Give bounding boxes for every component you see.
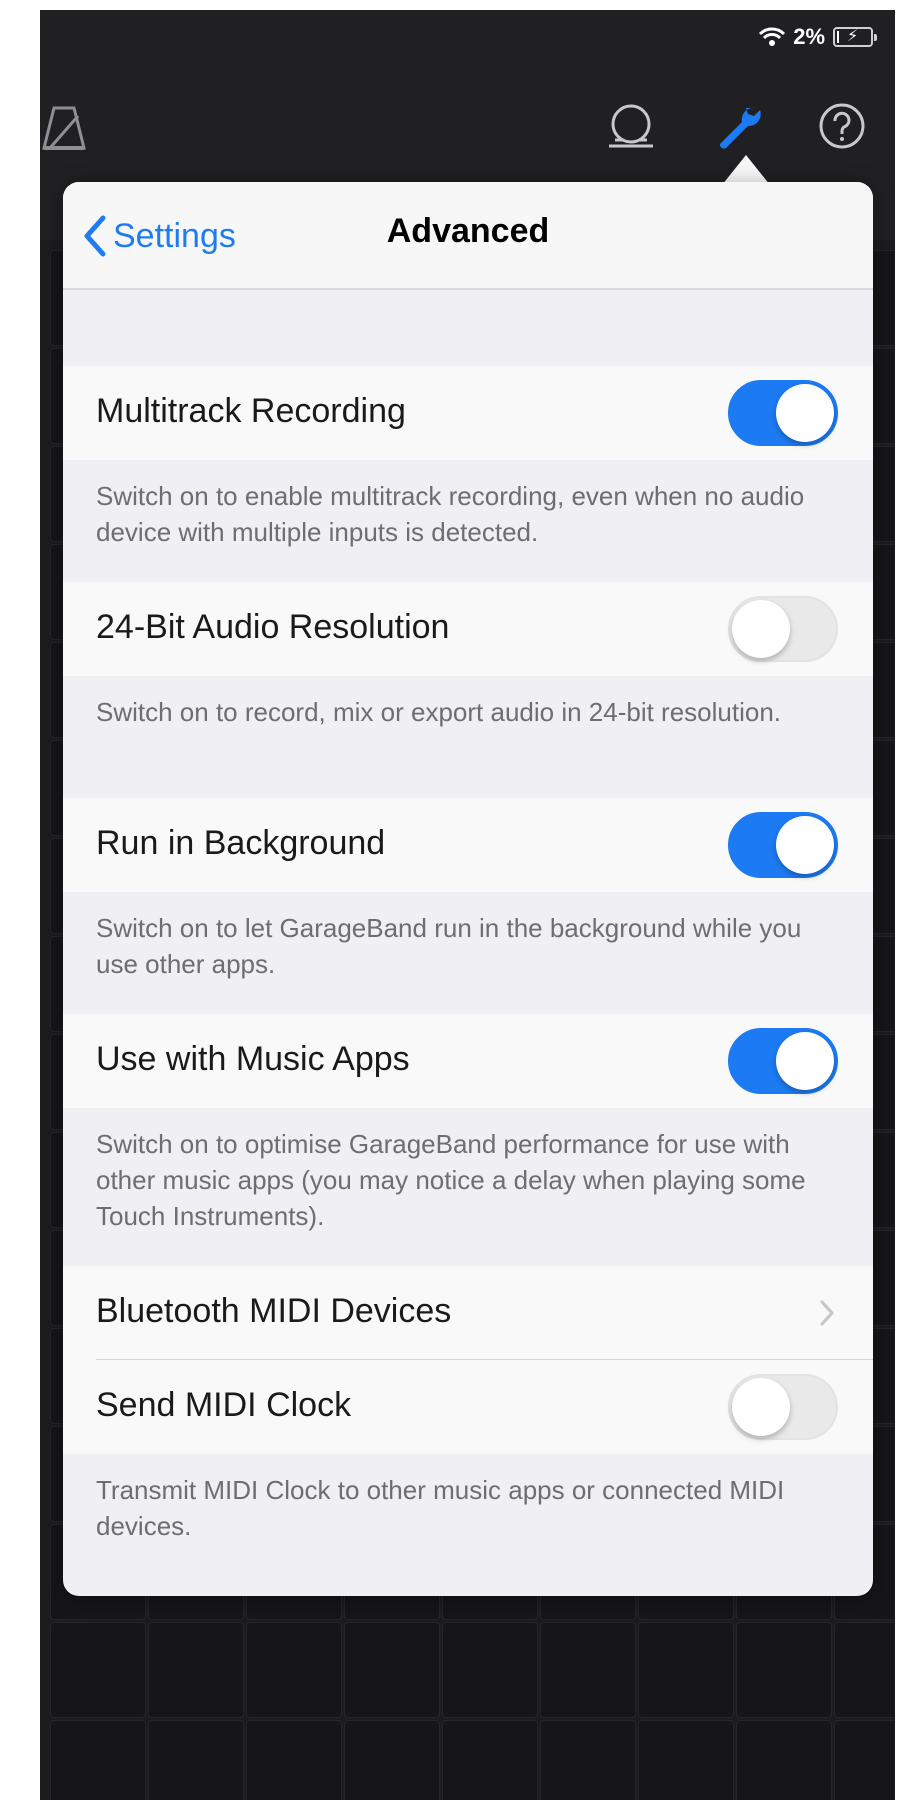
setting-footer: Switch on to enable multitrack recording… <box>96 481 805 547</box>
setting-row-run-in-background: Run in Background <box>63 798 873 892</box>
charging-bolt-icon: ⚡ <box>847 28 859 45</box>
grid-cell <box>736 1720 832 1800</box>
toggle-knob <box>776 1032 834 1090</box>
toggle-knob <box>732 1378 790 1436</box>
wifi-icon <box>759 27 786 46</box>
setting-row-24-bit-audio-resolution: 24-Bit Audio Resolution <box>63 582 873 676</box>
setting-label: Multitrack Recording <box>96 392 406 430</box>
wrench-icon[interactable] <box>712 100 764 152</box>
grid-cell <box>246 1720 342 1800</box>
battery-percent: 2% <box>793 24 825 49</box>
grid-cell <box>540 1622 636 1718</box>
setting-row-send-midi-clock: Send MIDI Clock <box>63 1360 873 1454</box>
use-with-music-apps-toggle[interactable] <box>728 1028 838 1094</box>
send-midi-clock-toggle[interactable] <box>728 1374 838 1440</box>
setting-label: Bluetooth MIDI Devices <box>96 1292 452 1330</box>
grid-cell <box>442 1622 538 1718</box>
grid-cell <box>148 1720 244 1800</box>
24-bit-audio-resolution-toggle[interactable] <box>728 596 838 662</box>
advanced-settings-popover: Settings Advanced Multitrack Recording S… <box>63 182 873 1596</box>
setting-footer: Switch on to record, mix or export audio… <box>96 697 782 727</box>
grid-cell <box>344 1622 440 1718</box>
setting-row-multitrack-recording: Multitrack Recording <box>63 366 873 460</box>
setting-row-bluetooth-midi-devices[interactable]: Bluetooth MIDI Devices <box>63 1266 873 1360</box>
grid-cell <box>834 1720 895 1800</box>
setting-row-use-with-music-apps: Use with Music Apps <box>63 1014 873 1108</box>
grid-cell <box>540 1720 636 1800</box>
multitrack-recording-toggle[interactable] <box>728 380 838 446</box>
grid-cell <box>834 1622 895 1718</box>
grid-cell <box>50 1720 146 1800</box>
grid-cell <box>638 1720 734 1800</box>
page-title: Advanced <box>386 212 550 250</box>
toggle-knob <box>776 816 834 874</box>
metronome-icon[interactable] <box>40 102 88 154</box>
navigation-bar: Settings Advanced <box>63 182 873 290</box>
toggle-knob <box>776 384 834 442</box>
setting-label: Send MIDI Clock <box>96 1386 352 1424</box>
status-bar: 2% ⚡ <box>759 24 877 50</box>
loop-icon[interactable] <box>605 100 657 152</box>
setting-label: Run in Background <box>96 824 386 862</box>
setting-label: 24-Bit Audio Resolution <box>96 608 450 646</box>
chevron-right-icon <box>820 1300 834 1326</box>
grid-cell <box>736 1622 832 1718</box>
toggle-knob <box>732 600 790 658</box>
battery-icon: ⚡ <box>833 27 877 47</box>
run-in-background-toggle[interactable] <box>728 812 838 878</box>
setting-footer: Switch on to let GarageBand run in the b… <box>96 913 802 979</box>
grid-cell <box>50 1622 146 1718</box>
help-icon[interactable] <box>816 100 868 152</box>
grid-cell <box>442 1720 538 1800</box>
popover-arrow <box>722 155 770 185</box>
battery-fill <box>837 31 839 43</box>
grid-cell <box>638 1622 734 1718</box>
grid-cell <box>148 1622 244 1718</box>
setting-footer: Switch on to optimise GarageBand perform… <box>96 1129 806 1231</box>
grid-cell <box>246 1622 342 1718</box>
setting-label: Use with Music Apps <box>96 1040 410 1078</box>
grid-cell <box>344 1720 440 1800</box>
setting-footer: Transmit MIDI Clock to other music apps … <box>96 1475 785 1541</box>
